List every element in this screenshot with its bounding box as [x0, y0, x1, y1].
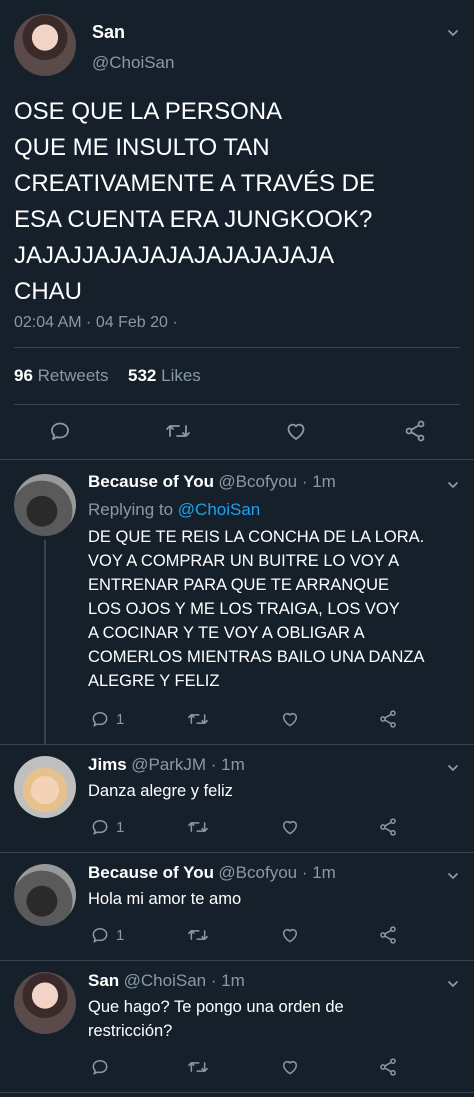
likes-count[interactable]: 532: [128, 366, 156, 385]
author-name[interactable]: San: [88, 971, 119, 990]
reply-line: ENTRENAR PARA QUE TE ARRANQUE: [88, 576, 390, 594]
tweet-line: OSE QUE LA PERSONA: [14, 98, 283, 125]
tweet-line: CREATIVAMENTE A TRAVÉS DE: [14, 170, 375, 197]
reply-icon[interactable]: [48, 419, 72, 443]
author-handle[interactable]: @ParkJM · 1m: [131, 755, 245, 774]
tweet-text: OSE QUE LA PERSONA QUE ME INSULTO TAN CR…: [14, 94, 375, 310]
avatar[interactable]: [14, 474, 76, 536]
retweet-icon[interactable]: [187, 817, 209, 837]
thread-line: [44, 540, 46, 744]
replying-handle-link[interactable]: @ChoiSan: [178, 500, 260, 519]
share-icon[interactable]: [378, 1057, 398, 1077]
chevron-down-icon[interactable]: [447, 762, 459, 774]
reply-header: Because of You @Bcofyou · 1m: [88, 472, 336, 492]
reply-icon[interactable]: [90, 1057, 110, 1077]
reply-text: Danza alegre y feliz: [88, 779, 233, 803]
tweet-line: QUE ME INSULTO TAN: [14, 134, 270, 161]
like-icon[interactable]: [280, 817, 300, 837]
reply-text: DE QUE TE REIS LA CONCHA DE LA LORA. VOY…: [88, 525, 424, 693]
author-handle[interactable]: @Bcofyou · 1m: [218, 863, 335, 882]
reply-count: 1: [116, 711, 125, 728]
avatar[interactable]: [14, 972, 76, 1034]
divider: [0, 744, 474, 745]
author-name[interactable]: Because of You: [88, 472, 214, 491]
reply-line: VOY A COMPRAR UN BUITRE LO VOY A: [88, 552, 400, 570]
author-handle[interactable]: @Bcofyou · 1m: [218, 472, 335, 491]
retweet-icon[interactable]: [165, 419, 191, 443]
share-icon[interactable]: [403, 419, 427, 443]
reply-line: ALEGRE Y FELIZ: [88, 672, 220, 690]
reply-header: San @ChoiSan · 1m: [88, 971, 245, 991]
reply-line: DE QUE TE REIS LA CONCHA DE LA LORA.: [88, 528, 425, 546]
divider: [0, 1092, 474, 1093]
reply-line: A COCINAR Y TE VOY A OBLIGAR A: [88, 624, 365, 642]
author-name[interactable]: Jims: [88, 755, 127, 774]
chevron-down-icon[interactable]: [447, 870, 459, 882]
reply-count: 1: [116, 927, 125, 944]
retweet-icon[interactable]: [187, 709, 209, 729]
reply-text: Que hago? Te pongo una orden de restricc…: [88, 995, 344, 1043]
like-icon[interactable]: [280, 1057, 300, 1077]
reply-icon[interactable]: [90, 817, 110, 837]
retweets-count[interactable]: 96: [14, 366, 33, 385]
divider: [14, 347, 460, 348]
author-name[interactable]: San: [92, 22, 125, 43]
share-icon[interactable]: [378, 817, 398, 837]
author-name[interactable]: Because of You: [88, 863, 214, 882]
divider: [14, 404, 460, 405]
replying-label: Replying to: [88, 500, 174, 519]
reply-line: Hola mi amor te amo: [88, 890, 242, 908]
reply-icon[interactable]: [90, 709, 110, 729]
like-icon[interactable]: [284, 419, 308, 443]
tweet-timestamp[interactable]: 02:04 AM · 04 Feb 20 ·: [14, 314, 178, 332]
retweets-label[interactable]: Retweets: [38, 366, 109, 385]
chevron-down-icon[interactable]: [447, 27, 459, 39]
engagement-stats: 96 Retweets 532 Likes: [14, 366, 201, 386]
avatar[interactable]: [14, 864, 76, 926]
share-icon[interactable]: [378, 925, 398, 945]
share-icon[interactable]: [378, 709, 398, 729]
chevron-down-icon[interactable]: [447, 978, 459, 990]
like-icon[interactable]: [280, 925, 300, 945]
tweet-line: JAJAJJAJAJAJAJAJAJAJAJA: [14, 242, 335, 269]
reply-text: Hola mi amor te amo: [88, 887, 241, 911]
reply-line: LOS OJOS Y ME LOS TRAIGA, LOS VOY: [88, 600, 400, 618]
tweet-line: CHAU: [14, 278, 83, 305]
retweet-icon[interactable]: [187, 925, 209, 945]
reply-line: restricción?: [88, 1022, 173, 1040]
reply-line: COMERLOS MIENTRAS BAILO UNA DANZA: [88, 648, 425, 666]
reply-icon[interactable]: [90, 925, 110, 945]
reply-line: Que hago? Te pongo una orden de: [88, 998, 344, 1016]
divider: [0, 852, 474, 853]
divider: [0, 459, 474, 460]
author-handle[interactable]: @ChoiSan · 1m: [124, 971, 245, 990]
chevron-down-icon[interactable]: [447, 479, 459, 491]
author-handle[interactable]: @ChoiSan: [92, 53, 174, 73]
tweet-line: ESA CUENTA ERA JUNGKOOK?: [14, 206, 373, 233]
replying-to: Replying to @ChoiSan: [88, 500, 260, 520]
reply-line: Danza alegre y feliz: [88, 782, 233, 800]
reply-count: 1: [116, 819, 125, 836]
avatar[interactable]: [14, 14, 76, 76]
divider: [0, 960, 474, 961]
avatar[interactable]: [14, 756, 76, 818]
reply-header: Because of You @Bcofyou · 1m: [88, 863, 336, 883]
retweet-icon[interactable]: [187, 1057, 209, 1077]
likes-label[interactable]: Likes: [161, 366, 201, 385]
reply-header: Jims @ParkJM · 1m: [88, 755, 245, 775]
like-icon[interactable]: [280, 709, 300, 729]
